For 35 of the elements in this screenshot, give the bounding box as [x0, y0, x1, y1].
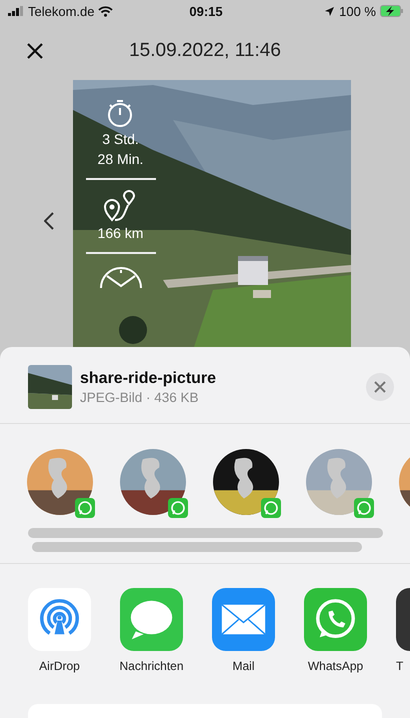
location-arrow-icon: [324, 6, 336, 16]
share-app-button[interactable]: WhatsApp: [304, 588, 367, 673]
share-app-button[interactable]: Mail: [212, 588, 275, 673]
contact-avatar[interactable]: [213, 446, 279, 518]
carrier-name: Telekom.de: [28, 4, 94, 18]
whatsapp-badge-icon: [168, 498, 188, 518]
file-name: share-ride-picture: [80, 370, 218, 388]
whatsapp-badge-icon: [261, 498, 281, 518]
phone-bubble-icon: [304, 588, 367, 651]
photo-date-title: 15.09.2022, 11:46: [129, 40, 281, 62]
contact-avatar[interactable]: [120, 446, 186, 518]
stat-value: 3 Std.: [102, 130, 139, 148]
chevron-left-icon: [44, 212, 54, 230]
route-pins-icon: [103, 190, 138, 222]
airdrop-icon: [28, 588, 91, 651]
speech-bubble-icon: [120, 588, 183, 651]
share-app-button[interactable]: AirDrop: [28, 588, 91, 673]
whatsapp-badge-icon: [354, 498, 374, 518]
stat-value: 28 Min.: [98, 150, 144, 168]
signal-icon: [8, 6, 24, 16]
file-info: JPEG-Bild · 436 KB: [80, 390, 200, 404]
battery-charging-icon: [380, 5, 404, 17]
stat-value: 166 km: [98, 224, 144, 242]
speedometer-icon: [98, 264, 144, 290]
contact-avatar[interactable]: [27, 446, 93, 518]
battery-percent: 100 %: [339, 4, 376, 18]
close-icon: [26, 42, 44, 60]
stopwatch-icon: [106, 98, 134, 128]
status-time: 09:15: [189, 4, 223, 18]
wifi-icon: [98, 6, 114, 16]
share-app-button[interactable]: T: [396, 588, 410, 673]
envelope-icon: [212, 588, 275, 651]
close-icon: [374, 381, 386, 393]
whatsapp-badge-icon: [75, 498, 95, 518]
share-app-button[interactable]: Nachrichten: [120, 588, 183, 673]
